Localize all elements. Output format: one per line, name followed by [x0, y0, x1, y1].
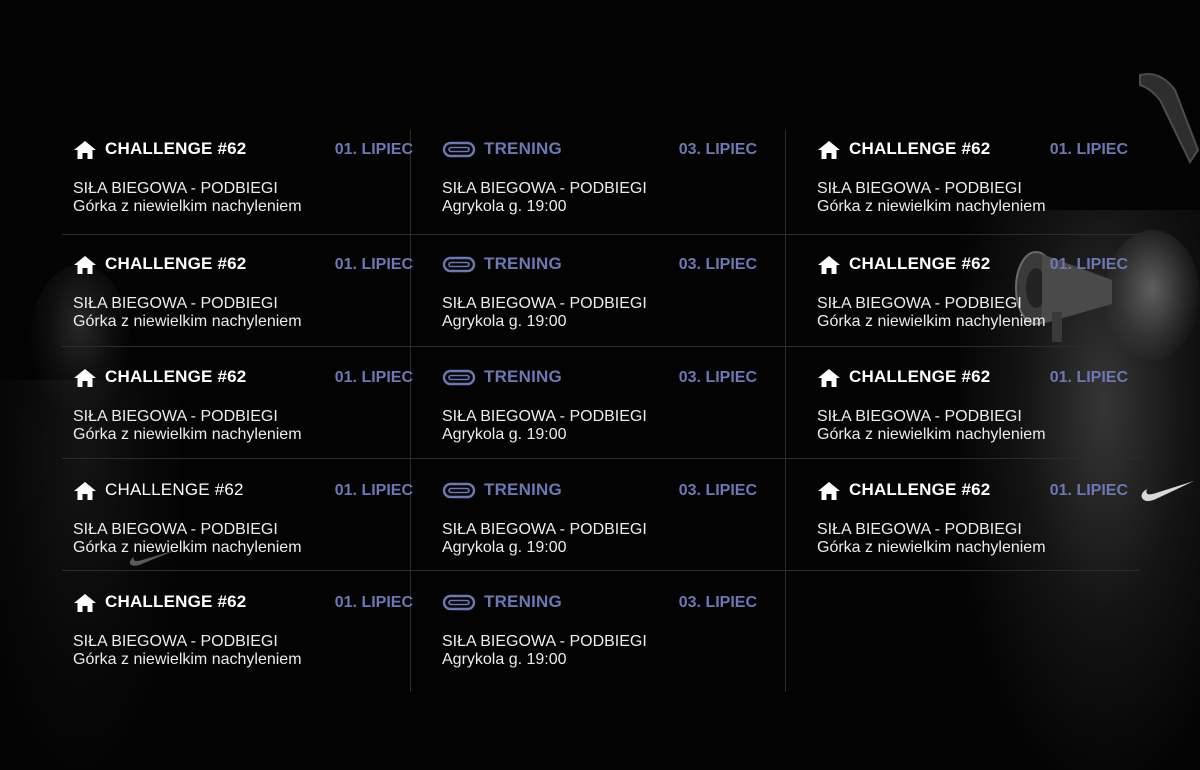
card-description: Agrykola g. 19:00	[442, 426, 567, 443]
card-subtitle: SIŁA BIEGOWA - PODBIEGI	[73, 408, 278, 425]
card-subtitle: SIŁA BIEGOWA - PODBIEGI	[442, 180, 647, 197]
card-date: 03. LIPIEC	[678, 141, 757, 158]
schedule-card[interactable]: CHALLENGE #62 01. LIPIEC SIŁA BIEGOWA - …	[817, 479, 1128, 579]
card-title: CHALLENGE #62	[849, 254, 991, 273]
home-icon	[818, 256, 840, 274]
card-date: 01. LIPIEC	[334, 141, 413, 158]
card-date: 01. LIPIEC	[1049, 256, 1128, 273]
card-subtitle: SIŁA BIEGOWA - PODBIEGI	[817, 295, 1022, 312]
schedule-grid: CHALLENGE #62 01. LIPIEC SIŁA BIEGOWA - …	[62, 130, 1140, 692]
home-icon	[818, 369, 840, 387]
card-description: Górka z niewielkim nachyleniem	[73, 198, 302, 215]
schedule-card[interactable]: CHALLENGE #62 01. LIPIEC SIŁA BIEGOWA - …	[73, 138, 413, 238]
running-track-icon	[442, 482, 476, 499]
card-description: Górka z niewielkim nachyleniem	[73, 426, 302, 443]
card-subtitle: SIŁA BIEGOWA - PODBIEGI	[442, 408, 647, 425]
running-track-icon	[442, 256, 476, 273]
schedule-card[interactable]: CHALLENGE #62 01. LIPIEC SIŁA BIEGOWA - …	[73, 591, 413, 691]
column-divider	[785, 130, 786, 692]
card-title: TRENING	[484, 592, 562, 611]
card-description: Górka z niewielkim nachyleniem	[817, 313, 1046, 330]
card-title: CHALLENGE #62	[105, 592, 247, 611]
schedule-card[interactable]: TRENING 03. LIPIEC SIŁA BIEGOWA - PODBIE…	[442, 138, 757, 238]
card-description: Górka z niewielkim nachyleniem	[73, 651, 302, 668]
running-track-icon	[442, 594, 476, 611]
card-subtitle: SIŁA BIEGOWA - PODBIEGI	[442, 521, 647, 538]
schedule-card[interactable]: CHALLENGE #62 01. LIPIEC SIŁA BIEGOWA - …	[817, 253, 1128, 353]
card-subtitle: SIŁA BIEGOWA - PODBIEGI	[442, 295, 647, 312]
schedule-card[interactable]: CHALLENGE #62 01. LIPIEC SIŁA BIEGOWA - …	[817, 138, 1128, 238]
card-title: CHALLENGE #62	[849, 367, 991, 386]
schedule-card[interactable]: TRENING 03. LIPIEC SIŁA BIEGOWA - PODBIE…	[442, 591, 757, 691]
schedule-card[interactable]: CHALLENGE #62 01. LIPIEC SIŁA BIEGOWA - …	[817, 366, 1128, 466]
home-icon	[74, 369, 96, 387]
schedule-card[interactable]: TRENING 03. LIPIEC SIŁA BIEGOWA - PODBIE…	[442, 366, 757, 466]
card-subtitle: SIŁA BIEGOWA - PODBIEGI	[817, 408, 1022, 425]
card-date: 01. LIPIEC	[1049, 141, 1128, 158]
schedule-card[interactable]: TRENING 03. LIPIEC SIŁA BIEGOWA - PODBIE…	[442, 479, 757, 579]
card-title: TRENING	[484, 480, 562, 499]
home-icon	[74, 256, 96, 274]
card-description: Agrykola g. 19:00	[442, 198, 567, 215]
card-description: Górka z niewielkim nachyleniem	[817, 426, 1046, 443]
card-title: CHALLENGE #62	[849, 139, 991, 158]
card-title: CHALLENGE #62	[105, 139, 247, 158]
card-date: 03. LIPIEC	[678, 369, 757, 386]
card-subtitle: SIŁA BIEGOWA - PODBIEGI	[442, 633, 647, 650]
running-track-icon	[442, 141, 476, 158]
card-title: CHALLENGE #62	[105, 254, 247, 273]
card-description: Górka z niewielkim nachyleniem	[73, 313, 302, 330]
card-description: Agrykola g. 19:00	[442, 539, 567, 556]
home-icon	[74, 141, 96, 159]
swoosh-logo-right	[1141, 481, 1194, 501]
card-title: CHALLENGE #62	[105, 367, 247, 386]
card-description: Górka z niewielkim nachyleniem	[817, 539, 1046, 556]
home-icon	[74, 482, 96, 500]
schedule-card[interactable]: CHALLENGE #62 01. LIPIEC SIŁA BIEGOWA - …	[73, 366, 413, 466]
card-description: Górka z niewielkim nachyleniem	[73, 539, 302, 556]
running-track-icon	[442, 369, 476, 386]
card-title: TRENING	[484, 254, 562, 273]
card-subtitle: SIŁA BIEGOWA - PODBIEGI	[817, 521, 1022, 538]
schedule-card[interactable]: CHALLENGE #62 01. LIPIEC SIŁA BIEGOWA - …	[73, 479, 413, 579]
background-hand	[1139, 73, 1200, 165]
home-icon	[818, 482, 840, 500]
card-date: 01. LIPIEC	[334, 594, 413, 611]
schedule-card[interactable]: CHALLENGE #62 01. LIPIEC SIŁA BIEGOWA - …	[73, 253, 413, 353]
card-description: Górka z niewielkim nachyleniem	[817, 198, 1046, 215]
home-icon	[818, 141, 840, 159]
card-date: 01. LIPIEC	[1049, 482, 1128, 499]
card-date: 01. LIPIEC	[334, 256, 413, 273]
card-description: Agrykola g. 19:00	[442, 651, 567, 668]
card-date: 01. LIPIEC	[334, 369, 413, 386]
card-title: TRENING	[484, 367, 562, 386]
card-subtitle: SIŁA BIEGOWA - PODBIEGI	[73, 633, 278, 650]
card-subtitle: SIŁA BIEGOWA - PODBIEGI	[73, 295, 278, 312]
card-title: CHALLENGE #62	[105, 480, 244, 499]
card-date: 03. LIPIEC	[678, 594, 757, 611]
card-date: 01. LIPIEC	[334, 482, 413, 499]
card-date: 01. LIPIEC	[1049, 369, 1128, 386]
card-date: 03. LIPIEC	[678, 482, 757, 499]
card-date: 03. LIPIEC	[678, 256, 757, 273]
card-subtitle: SIŁA BIEGOWA - PODBIEGI	[73, 180, 278, 197]
schedule-card[interactable]: TRENING 03. LIPIEC SIŁA BIEGOWA - PODBIE…	[442, 253, 757, 353]
card-title: TRENING	[484, 139, 562, 158]
home-icon	[74, 594, 96, 612]
card-subtitle: SIŁA BIEGOWA - PODBIEGI	[73, 521, 278, 538]
card-subtitle: SIŁA BIEGOWA - PODBIEGI	[817, 180, 1022, 197]
card-title: CHALLENGE #62	[849, 480, 991, 499]
card-description: Agrykola g. 19:00	[442, 313, 567, 330]
